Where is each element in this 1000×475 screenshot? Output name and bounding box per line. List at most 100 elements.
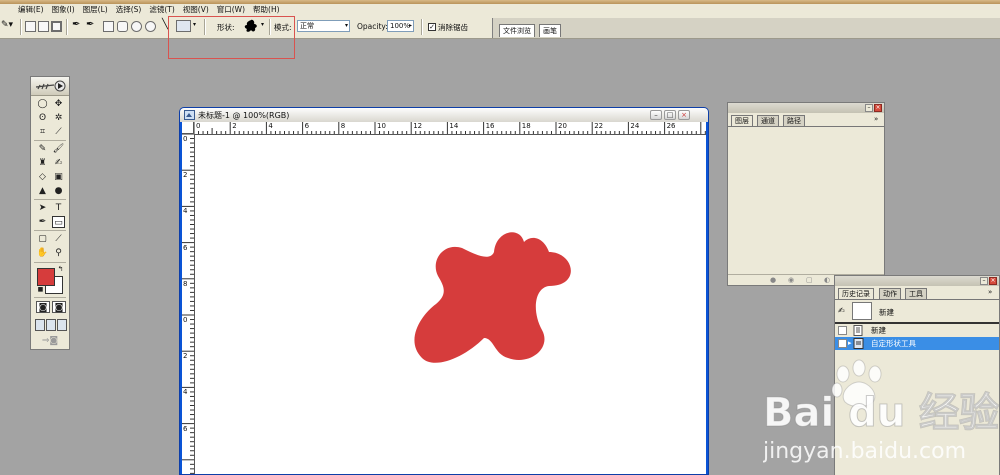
palette-menu-icon[interactable]: » (874, 115, 878, 123)
palette-well: 文件浏览 画笔 (492, 18, 1000, 38)
menu-window[interactable]: 窗口(W) (213, 4, 249, 16)
healing-brush-icon[interactable]: ✎ (36, 143, 49, 155)
toolbox-header[interactable] (31, 77, 69, 96)
eyedropper-tool-icon[interactable]: ⟋ (52, 233, 65, 245)
paths-icon[interactable] (38, 21, 49, 32)
history-brush-source-icon[interactable]: ✍ (838, 306, 848, 316)
screen-mode-full-icon[interactable] (57, 319, 67, 331)
screen-mode-standard-icon[interactable] (35, 319, 45, 331)
maximize-button[interactable]: □ (664, 110, 676, 120)
default-colors-icon[interactable]: ■ (34, 284, 47, 296)
history-row-selected[interactable]: ▸ 自定形状工具 (835, 337, 999, 350)
snapshot-thumbnail[interactable] (852, 302, 872, 320)
hand-tool-icon[interactable]: ✋ (36, 247, 49, 259)
close-button[interactable]: × (678, 110, 690, 120)
path-selection-icon[interactable]: ➤ (36, 202, 49, 214)
magic-wand-tool-icon[interactable]: ✲ (52, 112, 65, 124)
move-tool-icon[interactable]: ✥ (52, 98, 65, 110)
minimize-button[interactable]: – (650, 110, 662, 120)
separator (34, 230, 66, 231)
lasso-tool-icon[interactable]: ʘ (36, 112, 49, 124)
history-brush-icon[interactable]: ✍ (52, 157, 65, 169)
menu-edit[interactable]: 编辑(E) (14, 4, 48, 16)
fill-pixels-icon[interactable] (51, 21, 62, 32)
document-title-bar[interactable]: 未标题-1 @ 100%(RGB) – □ × (180, 108, 708, 122)
clone-stamp-icon[interactable]: ♜ (36, 157, 49, 169)
horizontal-ruler: 0 2 4 6 8 10 12 14 16 18 20 22 24 26 (194, 122, 706, 135)
tool-preset-picker-icon[interactable]: ✎▾ (1, 20, 13, 30)
zoom-tool-icon[interactable]: ⚲ (52, 247, 65, 259)
tab-tools[interactable]: 工具 (905, 288, 927, 299)
standard-mode-icon[interactable]: ◙ (36, 301, 50, 313)
ruler-label: 4 (183, 388, 188, 397)
notes-tool-icon[interactable]: ▢ (36, 233, 49, 245)
separator (66, 19, 68, 35)
history-row[interactable]: 新建 (835, 324, 999, 337)
adjustment-layer-icon[interactable]: ◐ (824, 276, 830, 284)
document-title: 未标题-1 @ 100%(RGB) (198, 111, 290, 120)
jump-to-imageready-icon[interactable]: ⇒◙ (36, 335, 64, 347)
antialias-label: 消除锯齿 (438, 23, 468, 32)
palette-title-bar[interactable]: – × (835, 276, 999, 286)
screen-mode-full-menu-icon[interactable] (46, 319, 56, 331)
swap-colors-icon[interactable]: ↰ (54, 263, 67, 275)
tab-paths[interactable]: 路径 (783, 115, 805, 126)
canvas[interactable] (194, 134, 706, 474)
chevron-down-icon: ▾ (344, 22, 348, 29)
tab-channels[interactable]: 通道 (757, 115, 779, 126)
menu-filter[interactable]: 滤镜(T) (145, 4, 178, 16)
ruler-label: 14 (449, 122, 459, 130)
polygon-tool-icon[interactable] (145, 21, 156, 32)
history-state-checkbox[interactable] (838, 326, 847, 335)
tab-history[interactable]: 历史记录 (838, 288, 874, 299)
rounded-rectangle-icon[interactable] (117, 21, 128, 32)
rectangle-tool-icon[interactable] (103, 21, 114, 32)
ellipse-tool-icon[interactable] (131, 21, 142, 32)
pen-tool-icon[interactable]: ✒ (36, 216, 49, 228)
menu-layer[interactable]: 图层(L) (79, 4, 112, 16)
eraser-tool-icon[interactable]: ◇ (36, 171, 49, 183)
antialias-checkbox[interactable]: ✓ (428, 23, 436, 31)
custom-shape-tool-icon[interactable]: ▭ (52, 216, 65, 228)
layer-set-icon[interactable]: ▢ (806, 276, 813, 284)
brush-tool-icon[interactable]: 🖌 (52, 143, 65, 155)
tab-actions[interactable]: 动作 (879, 288, 901, 299)
palette-title-bar[interactable]: – × (728, 103, 884, 113)
history-state-checkbox[interactable] (838, 339, 847, 348)
ruler-origin[interactable] (182, 122, 194, 134)
opacity-input[interactable]: 100% ▸ (387, 20, 414, 32)
shape-layers-icon[interactable] (25, 21, 36, 32)
slice-tool-icon[interactable]: ⟋ (52, 126, 65, 138)
layers-list[interactable] (728, 126, 884, 275)
crop-tool-icon[interactable]: ⌗ (36, 126, 49, 138)
tab-file-browser[interactable]: 文件浏览 (499, 24, 535, 37)
menu-select[interactable]: 选择(S) (112, 4, 146, 16)
ruler-label: 4 (183, 207, 188, 216)
mode-select[interactable]: 正常 ▾ (297, 20, 350, 32)
layer-style-icon[interactable]: ● (770, 276, 776, 284)
freeform-pen-icon[interactable]: ✒ (86, 19, 94, 30)
menu-help[interactable]: 帮助(H) (249, 4, 284, 16)
minimize-button[interactable]: – (980, 277, 988, 285)
dodge-tool-icon[interactable]: ● (52, 185, 65, 197)
palette-menu-icon[interactable]: » (988, 288, 992, 296)
chevron-right-icon: ▸ (408, 22, 412, 29)
close-button[interactable]: × (989, 277, 997, 285)
layer-mask-icon[interactable]: ◉ (788, 276, 794, 284)
pen-tool-icon[interactable]: ✒ (72, 19, 80, 30)
tab-brushes[interactable]: 画笔 (539, 24, 561, 37)
ruler-label: 16 (485, 122, 495, 130)
document-window: 未标题-1 @ 100%(RGB) – □ × 0 2 4 6 8 10 12 14 16 18 2… (179, 107, 709, 475)
tab-layers[interactable]: 图层 (731, 115, 753, 126)
menu-view[interactable]: 视图(V) (179, 4, 213, 16)
quick-mask-mode-icon[interactable]: ◙ (52, 301, 66, 313)
close-button[interactable]: × (874, 104, 882, 112)
type-tool-icon[interactable]: T (52, 202, 65, 214)
new-document-icon (853, 325, 863, 336)
gradient-tool-icon[interactable]: ▣ (52, 171, 65, 183)
menu-image[interactable]: 图象(I) (48, 4, 79, 16)
minimize-button[interactable]: – (865, 104, 873, 112)
blur-tool-icon[interactable]: ▲ (36, 185, 49, 197)
marquee-ellipse-tool-icon[interactable]: ◯ (36, 98, 49, 110)
separator (34, 199, 66, 200)
